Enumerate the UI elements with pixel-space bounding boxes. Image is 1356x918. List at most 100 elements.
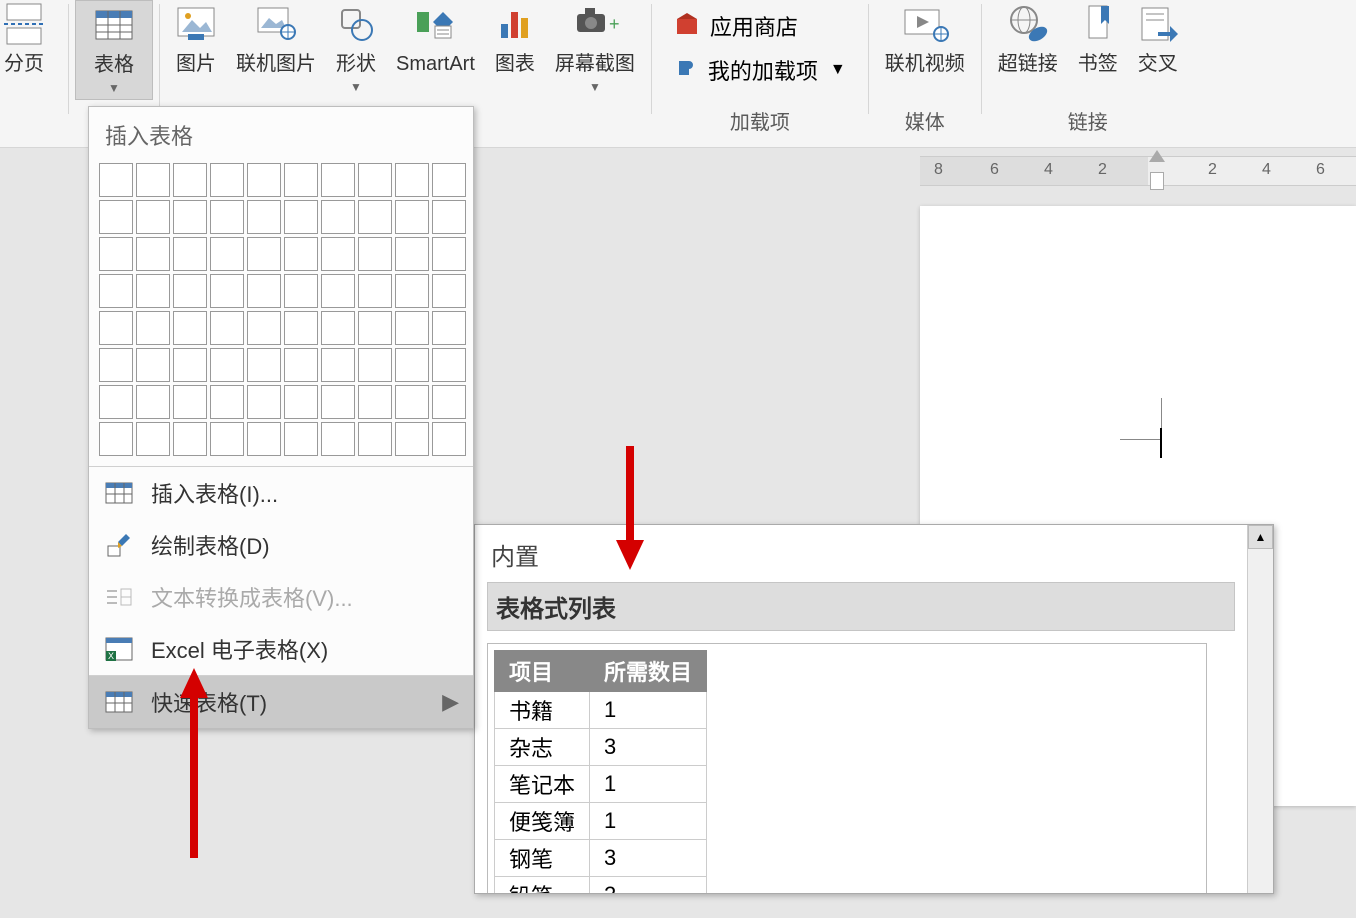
table-button[interactable]: 表格 ▼ (75, 0, 153, 100)
grid-cell[interactable] (284, 348, 318, 382)
indent-marker[interactable] (1148, 150, 1166, 200)
grid-cell[interactable] (432, 348, 466, 382)
grid-cell[interactable] (395, 385, 429, 419)
grid-cell[interactable] (284, 311, 318, 345)
grid-cell[interactable] (210, 237, 244, 271)
grid-cell[interactable] (395, 163, 429, 197)
grid-cell[interactable] (99, 274, 133, 308)
grid-cell[interactable] (173, 311, 207, 345)
grid-cell[interactable] (173, 348, 207, 382)
grid-cell[interactable] (210, 163, 244, 197)
horizontal-ruler[interactable]: 8 6 4 2 2 4 6 (920, 156, 1356, 186)
grid-cell[interactable] (432, 274, 466, 308)
page-break-button[interactable]: 分页 (0, 0, 62, 100)
grid-cell[interactable] (358, 237, 392, 271)
grid-cell[interactable] (210, 274, 244, 308)
grid-cell[interactable] (284, 274, 318, 308)
grid-cell[interactable] (395, 348, 429, 382)
image-button[interactable]: 图片 (166, 0, 226, 100)
grid-cell[interactable] (321, 200, 355, 234)
grid-cell[interactable] (173, 274, 207, 308)
grid-cell[interactable] (247, 163, 281, 197)
online-video-button[interactable]: 联机视频 (875, 0, 975, 100)
grid-cell[interactable] (284, 200, 318, 234)
grid-cell[interactable] (395, 422, 429, 456)
grid-cell[interactable] (432, 163, 466, 197)
my-addons-button[interactable]: 我的加载项 ▼ (668, 48, 852, 92)
grid-cell[interactable] (210, 200, 244, 234)
bookmark-button[interactable]: 书签 (1068, 0, 1128, 100)
quick-table-item[interactable]: 快速表格(T) ▶ (89, 676, 473, 728)
insert-table-item[interactable]: 插入表格(I)... (89, 467, 473, 519)
cross-ref-button[interactable]: 交叉 (1128, 0, 1188, 100)
grid-cell[interactable] (432, 311, 466, 345)
grid-cell[interactable] (247, 348, 281, 382)
screenshot-button[interactable]: + 屏幕截图 ▼ (545, 0, 645, 100)
app-store-button[interactable]: 应用商店 (668, 4, 804, 48)
grid-cell[interactable] (210, 348, 244, 382)
grid-cell[interactable] (321, 422, 355, 456)
grid-cell[interactable] (247, 237, 281, 271)
grid-cell[interactable] (432, 385, 466, 419)
grid-cell[interactable] (136, 311, 170, 345)
grid-cell[interactable] (358, 274, 392, 308)
grid-cell[interactable] (247, 385, 281, 419)
grid-cell[interactable] (395, 237, 429, 271)
grid-cell[interactable] (136, 237, 170, 271)
grid-cell[interactable] (395, 274, 429, 308)
hyperlink-button[interactable]: 超链接 (988, 0, 1068, 100)
grid-cell[interactable] (136, 385, 170, 419)
grid-cell[interactable] (173, 163, 207, 197)
scroll-up-icon[interactable]: ▲ (1248, 525, 1273, 549)
grid-cell[interactable] (136, 274, 170, 308)
excel-table-item[interactable]: X Excel 电子表格(X) (89, 623, 473, 675)
table-size-grid[interactable] (89, 159, 473, 466)
grid-cell[interactable] (432, 422, 466, 456)
grid-cell[interactable] (173, 422, 207, 456)
grid-cell[interactable] (395, 311, 429, 345)
grid-cell[interactable] (358, 311, 392, 345)
grid-cell[interactable] (321, 311, 355, 345)
grid-cell[interactable] (99, 422, 133, 456)
grid-cell[interactable] (136, 348, 170, 382)
draw-table-item[interactable]: 绘制表格(D) (89, 519, 473, 571)
grid-cell[interactable] (321, 348, 355, 382)
grid-cell[interactable] (136, 422, 170, 456)
grid-cell[interactable] (284, 422, 318, 456)
grid-cell[interactable] (99, 163, 133, 197)
table-preset[interactable]: 项目 所需数目 书籍1杂志3笔记本1便笺簿1钢笔3铅笔2 (487, 643, 1207, 893)
grid-cell[interactable] (99, 200, 133, 234)
grid-cell[interactable] (358, 200, 392, 234)
smartart-button[interactable]: SmartArt (386, 0, 485, 100)
grid-cell[interactable] (358, 385, 392, 419)
grid-cell[interactable] (432, 237, 466, 271)
grid-cell[interactable] (210, 311, 244, 345)
grid-cell[interactable] (284, 237, 318, 271)
shape-button[interactable]: 形状 ▼ (326, 0, 386, 100)
grid-cell[interactable] (321, 163, 355, 197)
grid-cell[interactable] (432, 200, 466, 234)
grid-cell[interactable] (358, 163, 392, 197)
grid-cell[interactable] (99, 385, 133, 419)
grid-cell[interactable] (321, 237, 355, 271)
online-image-button[interactable]: 联机图片 (226, 0, 326, 100)
grid-cell[interactable] (284, 163, 318, 197)
grid-cell[interactable] (247, 274, 281, 308)
grid-cell[interactable] (284, 385, 318, 419)
grid-cell[interactable] (136, 200, 170, 234)
grid-cell[interactable] (321, 385, 355, 419)
grid-cell[interactable] (99, 237, 133, 271)
flyout-scrollbar[interactable]: ▲ (1247, 525, 1273, 893)
chart-button[interactable]: 图表 (485, 0, 545, 100)
grid-cell[interactable] (395, 200, 429, 234)
grid-cell[interactable] (99, 348, 133, 382)
grid-cell[interactable] (136, 163, 170, 197)
grid-cell[interactable] (247, 422, 281, 456)
grid-cell[interactable] (358, 348, 392, 382)
grid-cell[interactable] (358, 422, 392, 456)
grid-cell[interactable] (247, 311, 281, 345)
grid-cell[interactable] (173, 200, 207, 234)
grid-cell[interactable] (321, 274, 355, 308)
grid-cell[interactable] (247, 200, 281, 234)
grid-cell[interactable] (210, 422, 244, 456)
